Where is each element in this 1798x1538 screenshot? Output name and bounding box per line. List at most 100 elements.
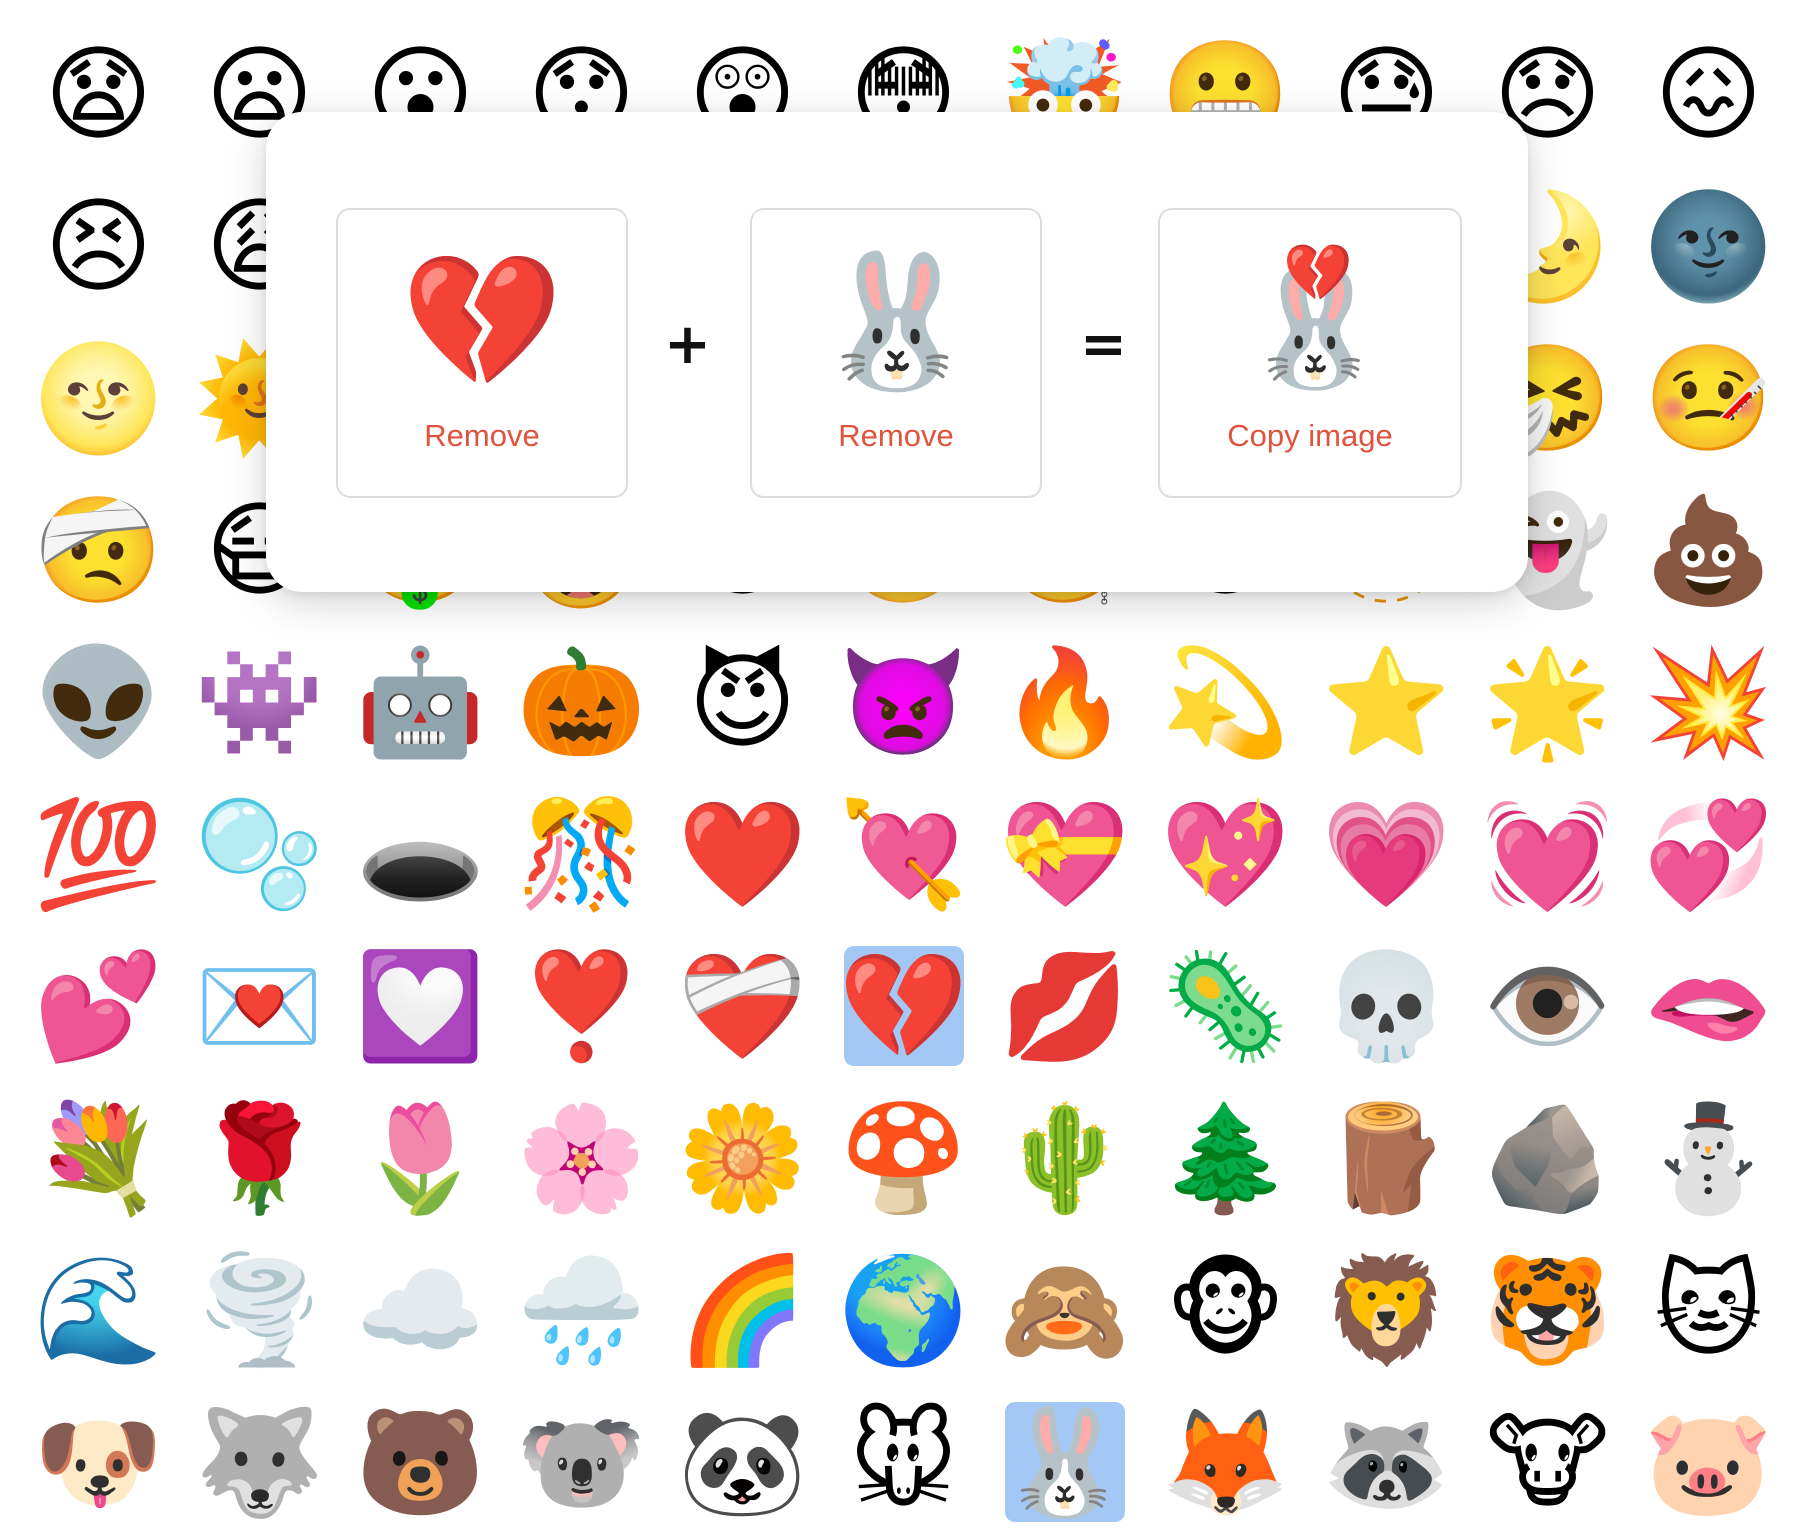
emoji-grid-cell[interactable]: 🐻 xyxy=(340,1386,501,1538)
emoji-grid-cell[interactable]: 💞 xyxy=(1628,778,1789,930)
emoji-grid-cell[interactable]: 🦠 xyxy=(1145,930,1306,1082)
emoji-grid-cell[interactable]: 🪨 xyxy=(1467,1082,1628,1234)
emoji-grid-cell[interactable]: 🌹 xyxy=(179,1082,340,1234)
emoji-grid-cell[interactable]: 🌲 xyxy=(1145,1082,1306,1234)
emoji-grid-cell[interactable]: 🐵 xyxy=(1145,1234,1306,1386)
emoji-grid-cell[interactable]: 🌈 xyxy=(662,1234,823,1386)
emoji-glyph: 💔 xyxy=(838,945,969,1067)
emoji-grid-cell[interactable]: 💌 xyxy=(179,930,340,1082)
emoji-grid-cell[interactable]: 💫 xyxy=(1145,626,1306,778)
emoji-grid-cell[interactable]: 🔥 xyxy=(984,626,1145,778)
emoji-grid-cell[interactable]: 🕳️ xyxy=(340,778,501,930)
emoji-grid-cell[interactable]: 🌪️ xyxy=(179,1234,340,1386)
emoji-grid-cell[interactable]: 🐰 xyxy=(984,1386,1145,1538)
emoji-glyph: ❤️‍🩹 xyxy=(677,945,808,1067)
emoji-grid-cell[interactable]: 🐯 xyxy=(1467,1234,1628,1386)
emoji-grid-cell[interactable]: 💝 xyxy=(984,778,1145,930)
emoji-glyph: 💯 xyxy=(33,793,164,915)
emoji-grid-cell[interactable]: 🎃 xyxy=(501,626,662,778)
emoji-glyph: 😖 xyxy=(1654,33,1763,155)
emoji-grid-cell[interactable]: 🦝 xyxy=(1306,1386,1467,1538)
emoji-grid-cell[interactable]: 🤕 xyxy=(18,474,179,626)
plus-sign: + xyxy=(664,312,711,377)
emoji-grid-cell[interactable]: 🦁 xyxy=(1306,1234,1467,1386)
emoji-glyph: 🦊 xyxy=(1160,1401,1291,1523)
emoji-grid-cell[interactable]: 🐨 xyxy=(501,1386,662,1538)
emoji-grid-cell[interactable]: 😣 xyxy=(18,170,179,322)
emoji-grid-cell[interactable]: 🌼 xyxy=(662,1082,823,1234)
emoji-glyph: ❣️ xyxy=(516,945,647,1067)
emoji-glyph: 🌹 xyxy=(194,1097,325,1219)
emoji-grid-cell[interactable]: 💯 xyxy=(18,778,179,930)
emoji-glyph: 🔥 xyxy=(999,641,1130,763)
emoji-glyph: 🐰 xyxy=(999,1401,1130,1523)
emoji-glyph: 🐨 xyxy=(516,1401,647,1523)
emoji-glyph: 🪨 xyxy=(1482,1097,1613,1219)
emoji-grid-cell[interactable]: 🐱 xyxy=(1628,1234,1789,1386)
emoji-grid-cell[interactable]: ⛄ xyxy=(1628,1082,1789,1234)
emoji-grid-cell[interactable]: 🐭 xyxy=(823,1386,984,1538)
emoji-grid-cell[interactable]: 🍄 xyxy=(823,1082,984,1234)
emoji-grid-cell[interactable]: 😈 xyxy=(662,626,823,778)
emoji-grid-cell[interactable]: 🌚 xyxy=(1628,170,1789,322)
emoji-grid-cell[interactable]: 👿 xyxy=(823,626,984,778)
emoji-grid-cell[interactable]: 😧 xyxy=(18,18,179,170)
emoji-glyph: 😧 xyxy=(44,33,153,155)
emoji-grid-cell[interactable]: 🐼 xyxy=(662,1386,823,1538)
emoji-grid-cell[interactable]: 💗 xyxy=(1306,778,1467,930)
emoji-grid-cell[interactable]: 💓 xyxy=(1467,778,1628,930)
emoji-grid-cell[interactable]: 💩 xyxy=(1628,474,1789,626)
emoji-glyph: ☁️ xyxy=(355,1249,486,1371)
emoji-grid-cell[interactable]: 🤒 xyxy=(1628,322,1789,474)
emoji-grid-cell[interactable]: 🎊 xyxy=(501,778,662,930)
emoji-grid-cell[interactable]: 🌵 xyxy=(984,1082,1145,1234)
emoji-grid-cell[interactable]: 🙈 xyxy=(984,1234,1145,1386)
emoji-grid-cell[interactable]: 💘 xyxy=(823,778,984,930)
emoji-grid-cell[interactable]: ❣️ xyxy=(501,930,662,1082)
emoji-grid-cell[interactable]: 🌟 xyxy=(1467,626,1628,778)
emoji-grid-cell[interactable]: 🐶 xyxy=(18,1386,179,1538)
emoji-glyph: 🌊 xyxy=(33,1249,164,1371)
emoji-grid-cell[interactable]: 💀 xyxy=(1306,930,1467,1082)
emoji-grid-cell[interactable]: 🐷 xyxy=(1628,1386,1789,1538)
emoji-grid-cell[interactable]: 💔 xyxy=(823,930,984,1082)
emoji-grid-cell[interactable]: 🫧 xyxy=(179,778,340,930)
emoji-grid-cell[interactable]: ☁️ xyxy=(340,1234,501,1386)
emoji-glyph: 💀 xyxy=(1321,945,1452,1067)
emoji-grid-cell[interactable]: 💖 xyxy=(1145,778,1306,930)
emoji-grid-cell[interactable]: 👾 xyxy=(179,626,340,778)
emoji-grid-cell[interactable]: 💕 xyxy=(18,930,179,1082)
emoji-grid-cell[interactable]: 💐 xyxy=(18,1082,179,1234)
emoji-glyph: 🐷 xyxy=(1643,1401,1774,1523)
emoji-grid-cell[interactable]: 🫦 xyxy=(1628,930,1789,1082)
emoji-grid-cell[interactable]: 🌝 xyxy=(18,322,179,474)
remove-second-button[interactable]: Remove xyxy=(838,418,953,454)
emoji-glyph: 🫧 xyxy=(194,793,325,915)
emoji-grid-cell[interactable]: ❤️‍🩹 xyxy=(662,930,823,1082)
emoji-grid-cell[interactable]: 🐺 xyxy=(179,1386,340,1538)
emoji-grid-cell[interactable]: ⭐ xyxy=(1306,626,1467,778)
emoji-grid-cell[interactable]: 🌊 xyxy=(18,1234,179,1386)
emoji-grid-cell[interactable]: 💋 xyxy=(984,930,1145,1082)
emoji-grid-cell[interactable]: 🦊 xyxy=(1145,1386,1306,1538)
emoji-grid-cell[interactable]: 👁️ xyxy=(1467,930,1628,1082)
emoji-glyph: 🌧️ xyxy=(516,1249,647,1371)
remove-first-button[interactable]: Remove xyxy=(424,418,539,454)
emoji-grid-cell[interactable]: 💟 xyxy=(340,930,501,1082)
emoji-grid-cell[interactable]: 💥 xyxy=(1628,626,1789,778)
emoji-glyph: 💟 xyxy=(355,945,486,1067)
emoji-glyph: 💫 xyxy=(1160,641,1291,763)
copy-image-button[interactable]: Copy image xyxy=(1227,418,1392,454)
emoji-glyph: 🐭 xyxy=(849,1401,958,1523)
emoji-grid-cell[interactable]: 🤖 xyxy=(340,626,501,778)
emoji-glyph: 💘 xyxy=(838,793,969,915)
emoji-grid-cell[interactable]: 🌸 xyxy=(501,1082,662,1234)
emoji-grid-cell[interactable]: 😖 xyxy=(1628,18,1789,170)
emoji-grid-cell[interactable]: 👽 xyxy=(18,626,179,778)
emoji-grid-cell[interactable]: 🐮 xyxy=(1467,1386,1628,1538)
emoji-grid-cell[interactable]: ❤️ xyxy=(662,778,823,930)
emoji-grid-cell[interactable]: 🌧️ xyxy=(501,1234,662,1386)
emoji-grid-cell[interactable]: 🌍 xyxy=(823,1234,984,1386)
emoji-grid-cell[interactable]: 🪵 xyxy=(1306,1082,1467,1234)
emoji-grid-cell[interactable]: 🌷 xyxy=(340,1082,501,1234)
